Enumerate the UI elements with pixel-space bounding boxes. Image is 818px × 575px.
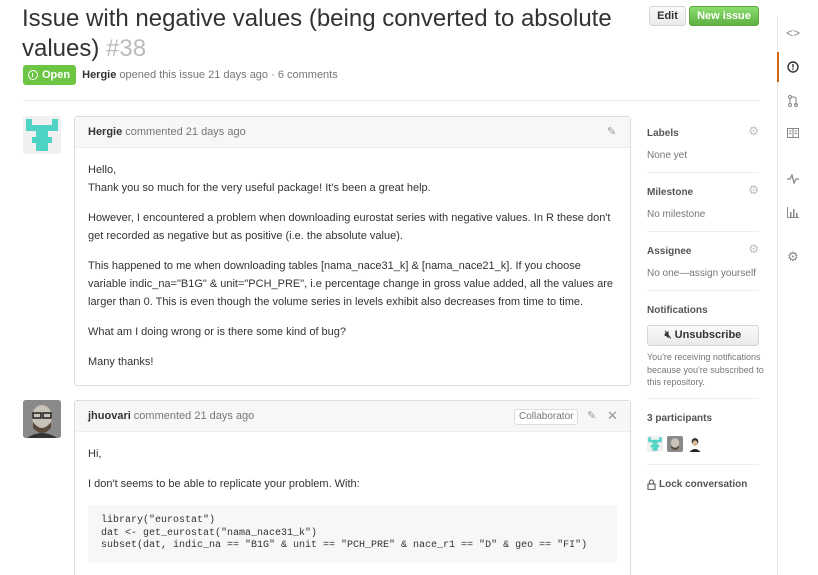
milestone-title: Milestone <box>647 187 694 198</box>
labels-value: None yet <box>647 150 688 161</box>
milestone-value: No milestone <box>647 209 706 220</box>
settings-icon[interactable]: ⚙ <box>778 242 808 272</box>
gear-icon[interactable]: ⚙ <box>748 124 759 138</box>
comment-header: jhuovari commented 21 days ago Collabora… <box>75 401 630 432</box>
participants-title: 3 participants <box>647 413 713 424</box>
issue-title: Issue with negative values (being conver… <box>22 4 622 64</box>
participant-avatar[interactable] <box>687 436 703 452</box>
comment-paragraph: I don't seems to be able to replicate yo… <box>88 478 360 490</box>
code-icon[interactable]: <> <box>778 18 808 48</box>
pencil-icon[interactable]: ✎ <box>587 411 598 422</box>
header-divider <box>23 100 760 101</box>
status-badge: Open <box>23 65 77 85</box>
comment-paragraph: Hi, <box>88 448 102 460</box>
sidebar-divider <box>647 172 759 173</box>
sidebar-participants: 3 participants <box>647 413 759 424</box>
sidebar-labels: Labels ⚙ None yet <box>647 124 759 161</box>
sidebar-divider <box>647 398 759 399</box>
sidebar-notifications: Notifications <box>647 305 759 316</box>
participant-avatar[interactable] <box>667 436 683 452</box>
pencil-icon[interactable]: ✎ <box>607 127 618 138</box>
comment-header: Hergie commented 21 days ago ✎ <box>75 117 630 148</box>
unsubscribe-button[interactable]: 🔇︎ Unsubscribe <box>647 325 759 346</box>
comment-time[interactable]: commented 21 days ago <box>134 410 254 422</box>
participant-avatar[interactable] <box>647 436 663 452</box>
sidebar-milestone: Milestone ⚙ No milestone <box>647 183 759 220</box>
comment-paragraph: However, I encountered a problem when do… <box>88 212 611 242</box>
comment-time[interactable]: commented 21 days ago <box>125 126 245 138</box>
gear-icon[interactable]: ⚙ <box>748 242 759 256</box>
notifications-note: You're receiving notifications because y… <box>647 352 764 387</box>
comment-2: jhuovari commented 21 days ago Collabora… <box>74 400 631 575</box>
edit-button[interactable]: Edit <box>649 6 686 26</box>
labels-title: Labels <box>647 128 679 139</box>
meta-description: opened this issue 21 days ago · 6 commen… <box>119 69 338 81</box>
assignee-title: Assignee <box>647 246 692 257</box>
pulse-icon[interactable] <box>778 164 808 194</box>
comment-body: Hello, Thank you so much for the very us… <box>75 148 630 371</box>
avatar-hergie[interactable] <box>23 116 61 154</box>
comment-body: Hi, I don't seems to be able to replicat… <box>75 432 630 563</box>
sidebar-assignee: Assignee ⚙ No one—assign yourself <box>647 242 759 279</box>
gear-icon[interactable]: ⚙ <box>748 183 759 197</box>
comment-author[interactable]: Hergie <box>88 126 122 138</box>
assignee-value[interactable]: No one—assign yourself <box>647 268 759 279</box>
issue-author-link[interactable]: Hergie <box>82 69 116 81</box>
comment-paragraph: Hello, Thank you so much for the very us… <box>88 164 431 194</box>
pull-request-icon[interactable] <box>778 86 808 116</box>
status-label: Open <box>42 69 71 81</box>
lock-icon <box>647 479 656 490</box>
wiki-icon[interactable] <box>778 118 808 148</box>
collaborator-badge: Collaborator <box>514 409 579 425</box>
issue-number: #38 <box>106 35 147 62</box>
comment-paragraph: Many thanks! <box>88 356 154 368</box>
lock-conversation-link[interactable]: Lock conversation <box>647 479 747 490</box>
issue-meta: Open Hergie opened this issue 21 days ag… <box>23 65 338 85</box>
comment-paragraph: What am I doing wrong or is there some k… <box>88 326 347 338</box>
comment-1: Hergie commented 21 days ago ✎ Hello, Th… <box>74 116 631 386</box>
mute-icon: 🔇︎ <box>664 329 672 341</box>
issue-opened-icon <box>28 70 38 80</box>
notifications-title: Notifications <box>647 305 708 316</box>
sidebar-divider <box>647 231 759 232</box>
comment-paragraph: This happened to me when downloading tab… <box>88 260 613 308</box>
meta-text: Hergie opened this issue 21 days ago · 6… <box>82 69 338 81</box>
code-block: library("eurostat") dat <- get_eurostat(… <box>88 505 617 563</box>
sidebar-divider <box>647 464 759 465</box>
lock-label: Lock conversation <box>659 479 748 490</box>
close-icon[interactable]: ✕ <box>607 409 618 422</box>
avatar-jhuovari[interactable] <box>23 400 61 438</box>
repo-nav: <> ⚙ <box>777 16 807 575</box>
graphs-icon[interactable] <box>778 197 808 227</box>
comment-author[interactable]: jhuovari <box>88 410 131 422</box>
sidebar-divider <box>647 290 759 291</box>
participants-list <box>647 436 703 452</box>
issues-icon[interactable] <box>777 52 807 82</box>
unsubscribe-label: Unsubscribe <box>674 329 742 341</box>
new-issue-button[interactable]: New issue <box>689 6 759 26</box>
